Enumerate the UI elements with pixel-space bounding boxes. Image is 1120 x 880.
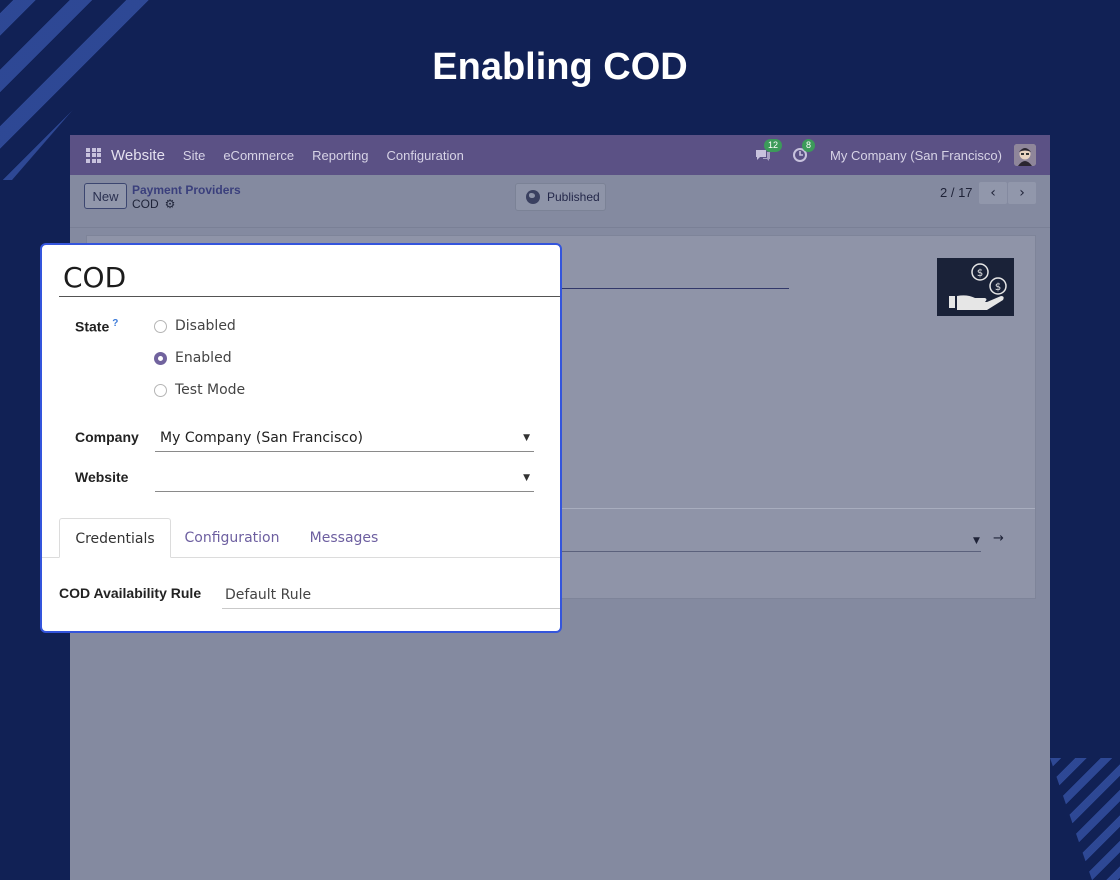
app-name[interactable]: Website — [111, 147, 165, 164]
arrow-right-icon[interactable]: → — [993, 531, 1004, 546]
breadcrumb-current-label: COD — [132, 197, 159, 211]
navbar-right: 12 8 My Company (San Francisco) — [754, 139, 1050, 166]
dropdown-caret-icon[interactable]: ▼ — [973, 536, 980, 546]
state-option-disabled[interactable]: Disabled — [154, 318, 236, 334]
tab-messages[interactable]: Messages — [300, 518, 388, 558]
state-option-label: Test Mode — [175, 382, 246, 398]
pager-previous-button[interactable]: ‹ — [979, 182, 1007, 204]
dropdown-caret-icon: ▼ — [523, 433, 530, 443]
hand-with-coins-icon: $ $ — [937, 258, 1014, 316]
company-switcher[interactable]: My Company (San Francisco) — [830, 148, 1002, 163]
tab-configuration[interactable]: Configuration — [177, 518, 287, 558]
name-underline — [557, 288, 789, 289]
company-value: My Company (San Francisco) — [160, 430, 363, 446]
website-label: Website — [75, 469, 129, 485]
messages-button[interactable]: 12 — [754, 139, 783, 164]
state-option-label: Disabled — [175, 318, 236, 334]
menu-configuration[interactable]: Configuration — [387, 148, 464, 163]
menu-site[interactable]: Site — [183, 148, 205, 163]
radio-icon — [154, 319, 167, 333]
state-label-text: State — [75, 318, 110, 335]
notebook-tabs: Credentials Configuration Messages — [42, 518, 560, 558]
cod-availability-rule-label: COD Availability Rule — [59, 585, 202, 601]
help-tooltip-icon[interactable]: ? — [112, 318, 118, 329]
pager-next-button[interactable]: › — [1008, 182, 1036, 204]
user-face-icon — [1014, 144, 1036, 166]
cod-availability-rule-field[interactable]: Default Rule — [222, 581, 560, 609]
activities-button[interactable]: 8 — [792, 139, 816, 164]
breadcrumb-current: COD ⚙ — [132, 197, 175, 211]
provider-image[interactable]: $ $ — [937, 258, 1014, 316]
user-avatar[interactable] — [1014, 144, 1036, 166]
record-name[interactable]: COD — [63, 261, 126, 294]
cod-availability-rule-value: Default Rule — [225, 586, 312, 603]
top-navbar: Website Site eCommerce Reporting Configu… — [70, 135, 1050, 175]
state-label: State? — [75, 318, 118, 335]
published-button[interactable]: Published — [515, 183, 606, 211]
apps-menu-icon[interactable] — [86, 147, 101, 163]
pager-counter[interactable]: 2 / 17 — [940, 185, 973, 200]
published-label: Published — [547, 190, 600, 204]
menu-ecommerce[interactable]: eCommerce — [223, 148, 294, 163]
new-button[interactable]: New — [84, 183, 127, 209]
radio-selected-icon — [154, 351, 167, 365]
activities-badge: 8 — [802, 139, 816, 152]
state-option-label: Enabled — [175, 350, 232, 366]
slide-title: Enabling COD — [432, 46, 688, 88]
menu-reporting[interactable]: Reporting — [312, 148, 368, 163]
company-select[interactable]: My Company (San Francisco) ▼ — [155, 425, 534, 452]
state-option-test-mode[interactable]: Test Mode — [154, 382, 245, 398]
zoomed-form-card: COD State? Disabled Enabled Test Mode Co… — [40, 243, 562, 633]
chevron-right-icon: › — [1019, 185, 1025, 201]
breadcrumb-parent[interactable]: Payment Providers — [132, 183, 241, 197]
chevron-left-icon: ‹ — [990, 185, 996, 201]
control-panel: New Payment Providers COD ⚙ Published 2 … — [70, 175, 1050, 228]
globe-icon — [526, 190, 540, 204]
company-label: Company — [75, 429, 139, 445]
tab-credentials[interactable]: Credentials — [59, 518, 171, 558]
radio-icon — [154, 383, 167, 397]
gear-icon[interactable]: ⚙ — [165, 197, 176, 211]
website-select[interactable]: ▼ — [155, 465, 534, 492]
messages-badge: 12 — [764, 139, 783, 152]
field-underline — [557, 551, 981, 552]
record-name-underline — [59, 296, 560, 297]
svg-text:$: $ — [995, 282, 1001, 293]
dropdown-caret-icon: ▼ — [523, 473, 530, 483]
state-option-enabled[interactable]: Enabled — [154, 350, 232, 366]
svg-text:$: $ — [977, 268, 983, 279]
decorative-stripes-bottom-right — [1050, 758, 1120, 880]
